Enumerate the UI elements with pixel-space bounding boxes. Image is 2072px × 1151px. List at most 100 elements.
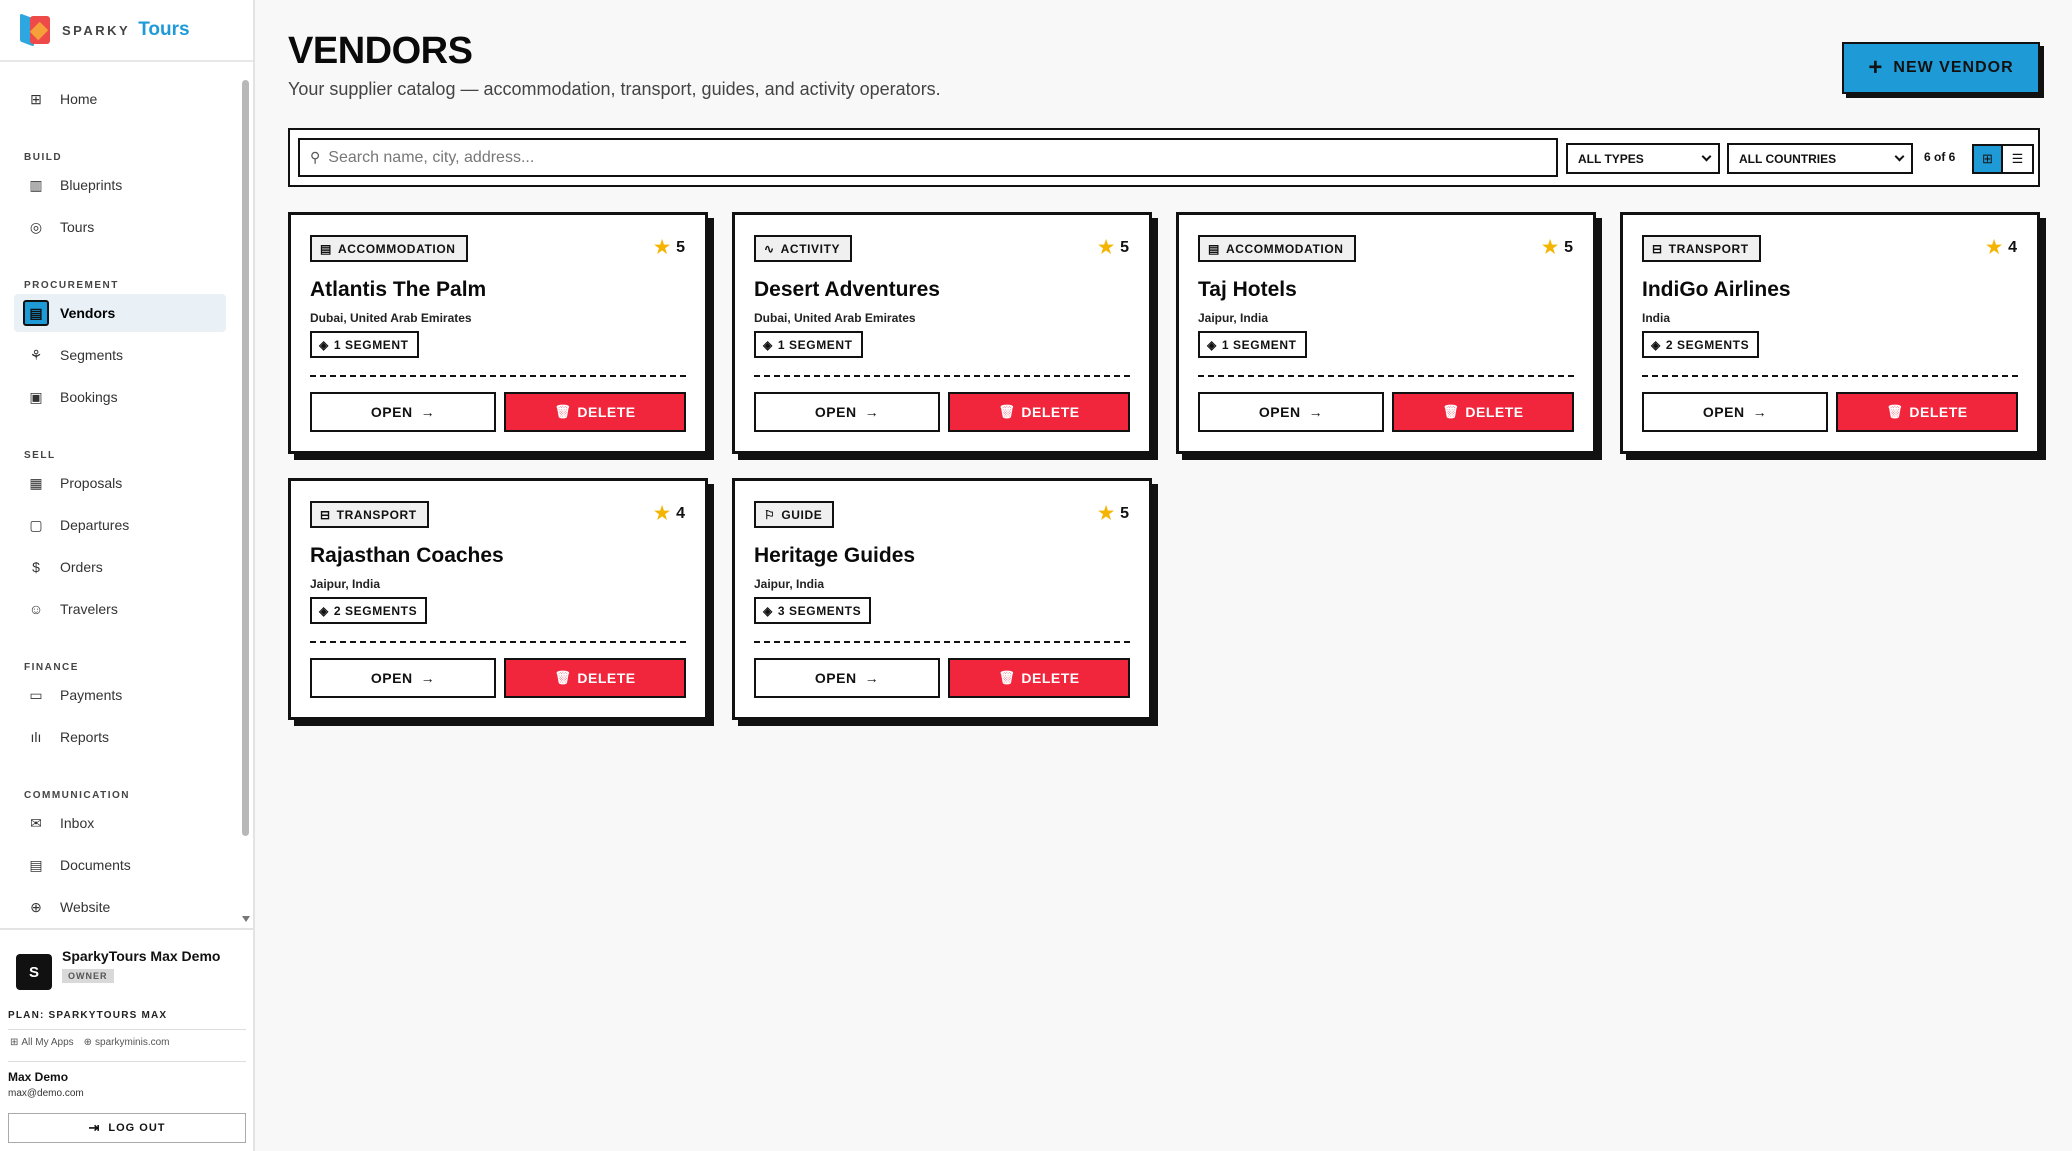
list-icon: ☰ (2011, 151, 2024, 166)
vendor-type: GUIDE (781, 507, 823, 522)
calendar-icon: ▢ (29, 516, 43, 533)
section-procurement: PROCUREMENT (24, 280, 119, 291)
dashed-divider (754, 641, 1130, 643)
vendor-name: Desert Adventures (754, 278, 940, 301)
sidebar-item-travelers[interactable]: ☺ Travelers (14, 590, 226, 628)
vendor-card: ∿ ACTIVITY ★ 5 Desert Adventures Dubai, Un… (732, 212, 1152, 454)
org-switcher[interactable]: S SparkyTours Max Demo OWNER (16, 948, 220, 990)
delete-button[interactable]: 🗑 DELETE (948, 658, 1130, 698)
document-icon: ▤ (29, 856, 43, 873)
section-build: BUILD (24, 152, 63, 163)
vendor-location: Jaipur, India (310, 577, 381, 591)
scroll-down-icon[interactable] (242, 916, 250, 922)
country-filter-select[interactable]: ALL COUNTRIES (1727, 143, 1913, 174)
view-toggle: ⊞ ☰ (1972, 144, 2034, 174)
type-filter-select[interactable]: ALL TYPES (1566, 143, 1720, 174)
rating-value: 5 (1564, 238, 1573, 256)
vendor-location: India (1642, 311, 1671, 325)
search-icon: ⚲ (310, 149, 321, 165)
sidebar-item-orders[interactable]: $ Orders (14, 548, 226, 586)
rating-value: 5 (676, 238, 685, 256)
star-icon: ★ (1097, 503, 1115, 523)
brand[interactable]: SPARKY Tours (0, 0, 253, 62)
vendor-name: Rajasthan Coaches (310, 544, 504, 567)
vendor-type: TRANSPORT (336, 507, 417, 522)
grid-icon: ⊞ (30, 90, 42, 107)
segment-count-badge: ◈ 2 SEGMENTS (1642, 331, 1760, 358)
delete-label: DELETE (577, 670, 636, 686)
logout-button[interactable]: ⇥ LOG OUT (8, 1113, 246, 1143)
layers-icon: ◈ (319, 337, 329, 352)
credit-card-icon: ▭ (29, 686, 43, 703)
all-apps-link[interactable]: ⊞ All My Apps (10, 1037, 74, 1048)
section-communication: COMMUNICATION (24, 790, 130, 801)
open-label: OPEN (814, 404, 857, 420)
all-apps-label: All My Apps (21, 1037, 74, 1048)
sidebar-item-label: Departures (60, 517, 130, 533)
new-vendor-button[interactable]: + NEW VENDOR (1842, 42, 2040, 94)
open-button[interactable]: OPEN → (754, 658, 940, 698)
compass-icon: ◎ (29, 218, 43, 235)
open-button[interactable]: OPEN → (310, 658, 496, 698)
divider (8, 1029, 246, 1030)
vendor-type: ACCOMMODATION (337, 241, 456, 256)
star-icon: ★ (1541, 237, 1559, 257)
sidebar-item-blueprints[interactable]: ▥ Blueprints (14, 166, 226, 204)
delete-button[interactable]: 🗑 DELETE (1836, 392, 2018, 432)
new-vendor-label: NEW VENDOR (1893, 59, 2014, 76)
globe-icon: ⊕ (30, 898, 42, 915)
sidebar-item-reports[interactable]: ılı Reports (14, 718, 226, 756)
sidebar-scrollbar[interactable] (240, 64, 252, 926)
filter-bar: ⚲ Search name, city, address... ALL TYPE… (288, 128, 2040, 187)
sidebar-item-label: Reports (60, 729, 110, 745)
open-button[interactable]: OPEN → (1642, 392, 1828, 432)
sidebar-item-label: Vendors (60, 305, 116, 321)
delete-button[interactable]: 🗑 DELETE (504, 392, 686, 432)
open-button[interactable]: OPEN → (310, 392, 496, 432)
grid-view-button[interactable]: ⊞ (1974, 146, 2003, 172)
open-button[interactable]: OPEN → (1198, 392, 1384, 432)
segment-count: 2 SEGMENTS (1665, 337, 1750, 352)
page-subtitle: Your supplier catalog — accommodation, t… (288, 79, 941, 99)
sidebar-item-inbox[interactable]: ✉ Inbox (14, 804, 226, 842)
sidebar-item-departures[interactable]: ▢ Departures (14, 506, 226, 544)
sidebar-item-documents[interactable]: ▤ Documents (14, 846, 226, 884)
bus-icon: ⊟ (1652, 241, 1663, 256)
sidebar-item-payments[interactable]: ▭ Payments (14, 676, 226, 714)
search-input[interactable]: ⚲ Search name, city, address... (298, 138, 1558, 177)
sidebar-item-website[interactable]: ⊕ Website (14, 888, 226, 926)
open-button[interactable]: OPEN → (754, 392, 940, 432)
sidebar-item-segments[interactable]: ⚘ Segments (14, 336, 226, 374)
delete-button[interactable]: 🗑 DELETE (1392, 392, 1574, 432)
open-label: OPEN (814, 670, 857, 686)
clipboard-icon: ▣ (29, 388, 43, 405)
divider (8, 1061, 246, 1062)
list-view-button[interactable]: ☰ (2003, 146, 2032, 172)
dashed-divider (310, 641, 686, 643)
vendor-rating: ★ 5 (1098, 503, 1129, 524)
user-email: max@demo.com (8, 1088, 84, 1099)
segment-count: 1 SEGMENT (1221, 337, 1297, 352)
layers-icon: ◈ (763, 337, 773, 352)
vendor-name: Heritage Guides (754, 544, 916, 567)
sidebar-item-bookings[interactable]: ▣ Bookings (14, 378, 226, 416)
vendor-type-badge: ∿ ACTIVITY (754, 235, 853, 262)
vendor-type-badge: ⊟ TRANSPORT (310, 501, 429, 528)
vendor-name: Taj Hotels (1198, 278, 1297, 301)
scrollbar-thumb[interactable] (242, 80, 249, 836)
sidebar-footer: S SparkyTours Max Demo OWNER PLAN: SPARK… (0, 928, 253, 1151)
vendor-card: ▤ ACCOMMODATION ★ 5 Taj Hotels Jaipur, Ind… (1176, 212, 1596, 454)
delete-button[interactable]: 🗑 DELETE (948, 392, 1130, 432)
sidebar-item-label: Orders (60, 559, 103, 575)
activity-icon: ∿ (764, 241, 775, 256)
vendor-card: ⚐ GUIDE ★ 5 Heritage Guides Jaipur, India … (732, 478, 1152, 720)
logout-label: LOG OUT (108, 1122, 166, 1134)
sidebar-item-home[interactable]: ⊞ Home (14, 80, 226, 118)
dashed-divider (1642, 375, 2018, 377)
site-link[interactable]: ⊕ sparkyminis.com (84, 1037, 170, 1048)
bar-chart-icon: ılı (30, 729, 42, 745)
sidebar-item-vendors[interactable]: ▤ Vendors (14, 294, 226, 332)
sidebar-item-tours[interactable]: ◎ Tours (14, 208, 226, 246)
delete-button[interactable]: 🗑 DELETE (504, 658, 686, 698)
sidebar-item-proposals[interactable]: ▦ Proposals (14, 464, 226, 502)
